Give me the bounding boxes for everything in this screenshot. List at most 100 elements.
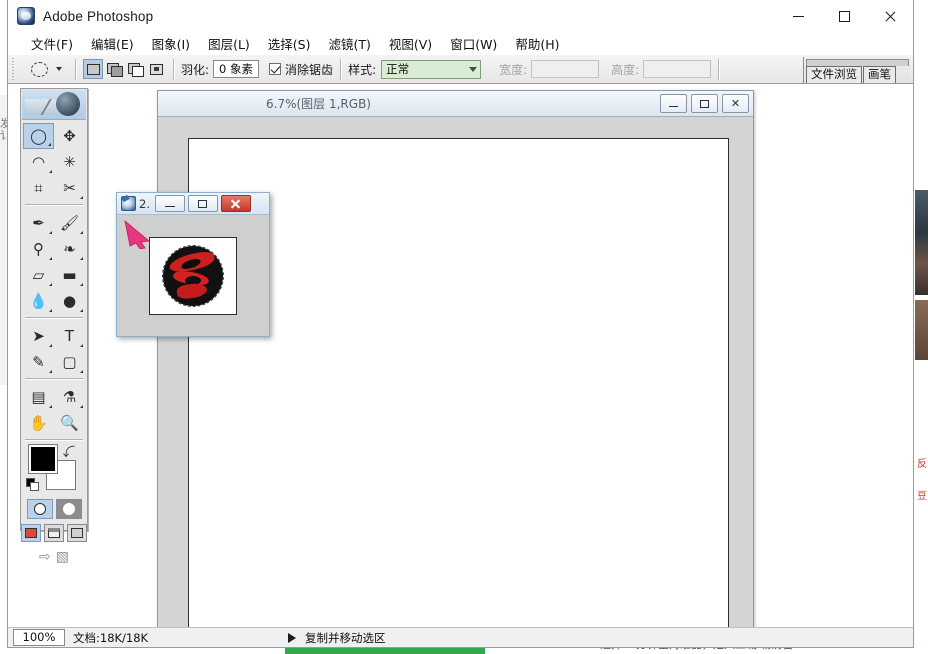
close-icon: ✕ (730, 98, 741, 110)
toolbox-divider (25, 378, 83, 379)
close-button[interactable] (867, 0, 913, 33)
standard-mode-button[interactable] (26, 499, 53, 519)
fullscreen-icon (71, 528, 83, 538)
background-photo-thumb-2 (915, 300, 928, 360)
zoom-level-input[interactable]: 100% (13, 629, 65, 646)
eraser-icon: ▱ (32, 265, 45, 284)
menu-view[interactable]: 视图(V) (380, 33, 441, 54)
tool-more-indicator (48, 143, 51, 146)
status-hint-text: 复制并移动选区 (305, 630, 386, 645)
menu-bar: 文件(F) 编辑(E) 图象(I) 图层(L) 选择(S) 滤镜(T) 视图(V… (8, 33, 913, 54)
menu-help[interactable]: 帮助(H) (506, 33, 568, 54)
small-document-canvas[interactable] (149, 236, 237, 315)
background-photo-thumb-1 (915, 190, 928, 295)
pen-tool[interactable]: ✎ (23, 349, 54, 375)
play-triangle-icon[interactable] (288, 633, 296, 643)
full-screen-with-menubar-button[interactable] (44, 524, 64, 542)
menu-edit[interactable]: 编辑(E) (82, 33, 143, 54)
palette-well: 文件浏览 画笔 (803, 57, 911, 83)
maximize-button[interactable] (821, 0, 867, 33)
menu-file[interactable]: 文件(F) (22, 33, 82, 54)
intersect-with-selection-button[interactable] (146, 59, 166, 79)
jump-to-row: ⇨ ▧ (21, 548, 87, 565)
feather-input[interactable]: 0 象素 (213, 60, 260, 78)
dodge-burn-icon: ● (62, 291, 77, 310)
lasso-icon: ◠ (31, 152, 46, 171)
swap-colors-icon[interactable]: ⤵ (63, 443, 75, 460)
antialias-checkbox-wrap[interactable]: 消除锯齿 (269, 61, 333, 78)
menu-select[interactable]: 选择(S) (259, 33, 320, 54)
height-label: 高度: (611, 62, 640, 77)
type-tool[interactable]: T (54, 323, 85, 349)
elliptical-marquee-icon[interactable] (24, 57, 54, 81)
path-selection-tool[interactable]: ➤ (23, 323, 54, 349)
full-screen-mode-button[interactable] (67, 524, 87, 542)
chevron-down-icon (469, 66, 478, 72)
antialias-checkbox[interactable] (269, 63, 282, 75)
healing-brush-tool[interactable]: ✒ (23, 210, 54, 236)
magic-wand-tool[interactable]: ✳ (54, 149, 85, 175)
foreground-color-swatch[interactable] (28, 444, 58, 474)
doc-minimize-button[interactable] (660, 94, 687, 113)
notes-tool[interactable]: ▤ (23, 384, 54, 410)
zoom-tool[interactable]: 🔍 (54, 410, 85, 436)
tool-more-indicator (80, 231, 83, 234)
move-tool[interactable]: ✥ (54, 123, 85, 149)
slice-tool[interactable]: ✂ (54, 175, 85, 201)
paintbrush-tool[interactable]: 🖌 (54, 210, 85, 236)
standard-screen-mode-button[interactable] (21, 524, 41, 542)
new-selection-button[interactable] (83, 59, 103, 79)
eraser-tool[interactable]: ▱ (23, 262, 54, 288)
toolbox-header-banner[interactable] (22, 90, 86, 120)
minimize-button[interactable] (775, 0, 821, 33)
hand-tool[interactable]: ✋ (23, 410, 54, 436)
small-document-title-bar[interactable]: 2. (117, 193, 269, 215)
menu-layer[interactable]: 图层(L) (199, 33, 259, 54)
tool-more-indicator (80, 257, 83, 260)
type-T-icon: T (64, 326, 75, 345)
blur-tool[interactable]: 💧 (23, 288, 54, 314)
jump-to-imageready-icon[interactable]: ⇨ (39, 548, 51, 565)
standard-screen-icon (25, 528, 37, 538)
jump-to-other-icon[interactable]: ▧ (56, 548, 69, 565)
dodge-tool[interactable]: ● (54, 288, 85, 314)
lasso-tool[interactable]: ◠ (23, 149, 54, 175)
add-to-selection-button[interactable] (104, 59, 124, 79)
menu-image[interactable]: 图象(I) (143, 33, 199, 54)
tab-brushes[interactable]: 画笔 (863, 66, 896, 83)
chevron-down-icon[interactable] (56, 67, 62, 71)
subtract-from-selection-button[interactable] (125, 59, 145, 79)
default-colors-icon[interactable] (26, 478, 39, 491)
tool-more-indicator (49, 283, 52, 286)
style-select[interactable]: 正常 (381, 59, 482, 79)
tool-options-bar: 羽化: 0 象素 消除锯齿 样式: 正常 宽度: 高度: 文件浏览 画笔 (8, 54, 913, 84)
gradient-tool[interactable]: ▬ (54, 262, 85, 288)
elliptical-marquee-tool[interactable]: ◯ (23, 123, 54, 149)
menu-window[interactable]: 窗口(W) (441, 33, 506, 54)
tool-more-indicator (49, 370, 52, 373)
doc-restore-button[interactable] (691, 94, 718, 113)
history-brush-icon: ❧ (63, 239, 76, 258)
path-arrow-icon: ➤ (32, 326, 45, 345)
crop-icon: ⌗ (34, 178, 43, 197)
small-doc-restore-button[interactable] (187, 195, 218, 212)
width-input[interactable] (531, 60, 600, 78)
tool-more-indicator (80, 405, 83, 408)
tab-file-browser[interactable]: 文件浏览 (806, 66, 862, 83)
quick-mask-mode-button[interactable] (55, 499, 82, 519)
clone-stamp-tool[interactable]: ⚲ (23, 236, 54, 262)
restore-icon (198, 199, 208, 208)
small-doc-minimize-button[interactable] (154, 195, 185, 212)
height-input[interactable] (643, 60, 712, 78)
small-doc-close-button[interactable] (220, 195, 251, 212)
history-brush-tool[interactable]: ❧ (54, 236, 85, 262)
crop-tool[interactable]: ⌗ (23, 175, 54, 201)
doc-close-button[interactable]: ✕ (722, 94, 749, 113)
rectangle-shape-tool[interactable]: ▢ (54, 349, 85, 375)
document-title-bar[interactable]: 6.7%(图层 1,RGB) ✕ (158, 91, 753, 117)
menu-filter[interactable]: 滤镜(T) (319, 33, 379, 54)
eyedropper-tool[interactable]: ⚗ (54, 384, 85, 410)
magic-wand-icon: ✳ (63, 152, 76, 171)
width-label: 宽度: (499, 62, 528, 77)
options-bar-grip[interactable] (11, 58, 18, 80)
